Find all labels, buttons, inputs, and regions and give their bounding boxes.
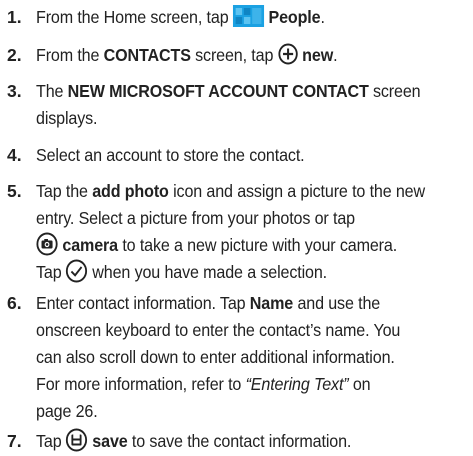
step-number: 4. (7, 145, 22, 165)
step-number: 7. (7, 431, 22, 451)
entering-text-reference: “Entering Text” (245, 374, 349, 394)
people-tile-icon (232, 5, 265, 28)
step-5-line-2: entry. Select a picture from your photos… (36, 208, 355, 228)
instruction-list: 1. From the Home screen, tap People. 2. … (0, 0, 473, 456)
step-6-line-3: can also scroll down to enter additional… (36, 347, 395, 367)
name-label: Name (249, 293, 294, 313)
save-circle-icon (66, 428, 88, 452)
step-3-line-1: The NEW MICROSOFT ACCOUNT CONTACT screen (36, 81, 421, 101)
step-number: 6. (7, 293, 22, 313)
step-5-line-1: Tap the add photo icon and assign a pict… (36, 181, 426, 201)
checkmark-circle-icon (66, 259, 88, 283)
step-6-line-1: Enter contact information. Tap Name and … (36, 293, 381, 313)
step-7-line-1: Tap save to save the contact information… (36, 428, 351, 454)
step-number: 2. (7, 45, 22, 65)
add-photo-label: add photo (92, 181, 169, 201)
step-number: 5. (7, 181, 22, 201)
camera-circle-icon (36, 232, 58, 256)
contacts-label: CONTACTS (103, 45, 191, 65)
screen-name-label: NEW MICROSOFT ACCOUNT CONTACT (67, 81, 369, 101)
step-5-line-3: camera to take a new picture with your c… (36, 232, 397, 258)
people-label: People (268, 7, 321, 27)
step-6-line-5: page 26. (36, 401, 98, 421)
step-6-line-2: onscreen keyboard to enter the contact’s… (36, 320, 401, 340)
add-circle-icon (278, 43, 298, 65)
step-5-line-4: Tap when you have made a selection. (36, 259, 327, 285)
step-number: 3. (7, 81, 22, 101)
step-4-line-1: Select an account to store the contact. (36, 145, 305, 165)
step-1-line-1: From the Home screen, tap People. (36, 5, 325, 28)
save-label: save (92, 431, 128, 451)
step-3-line-2: displays. (36, 108, 98, 128)
step-6-line-4: For more information, refer to “Entering… (36, 374, 371, 394)
new-label: new (302, 45, 334, 65)
step-2-line-1: From the CONTACTS screen, tap new. (36, 43, 338, 65)
step-number: 1. (7, 7, 22, 27)
camera-label: camera (62, 235, 118, 255)
